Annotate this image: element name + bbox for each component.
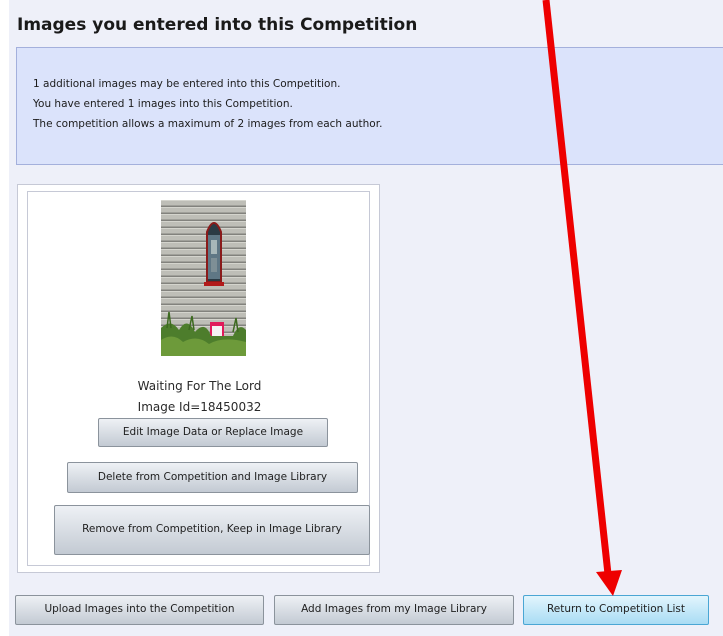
image-entry-inner: Waiting For The Lord Image Id=18450032 E…	[27, 191, 370, 566]
upload-images-button[interactable]: Upload Images into the Competition	[15, 595, 264, 625]
info-maximum-text: The competition allows a maximum of 2 im…	[33, 118, 383, 130]
image-entry-card: Waiting For The Lord Image Id=18450032 E…	[17, 184, 380, 573]
delete-from-competition-and-library-button[interactable]: Delete from Competition and Image Librar…	[67, 462, 358, 493]
edit-image-button[interactable]: Edit Image Data or Replace Image	[98, 418, 328, 447]
info-box: 1 additional images may be entered into …	[16, 47, 723, 165]
page-title: Images you entered into this Competition	[17, 15, 418, 35]
add-from-library-button[interactable]: Add Images from my Image Library	[274, 595, 514, 625]
image-id: Image Id=18450032	[137, 400, 262, 414]
remove-from-competition-button[interactable]: Remove from Competition, Keep in Image L…	[54, 505, 370, 555]
image-thumbnail[interactable]	[161, 200, 246, 356]
church-window-photo	[161, 200, 246, 356]
info-entered-text: You have entered 1 images into this Comp…	[33, 98, 293, 110]
image-title: Waiting For The Lord	[137, 379, 262, 393]
return-to-competition-list-button[interactable]: Return to Competition List	[523, 595, 709, 625]
info-remaining-text: 1 additional images may be entered into …	[33, 78, 341, 90]
